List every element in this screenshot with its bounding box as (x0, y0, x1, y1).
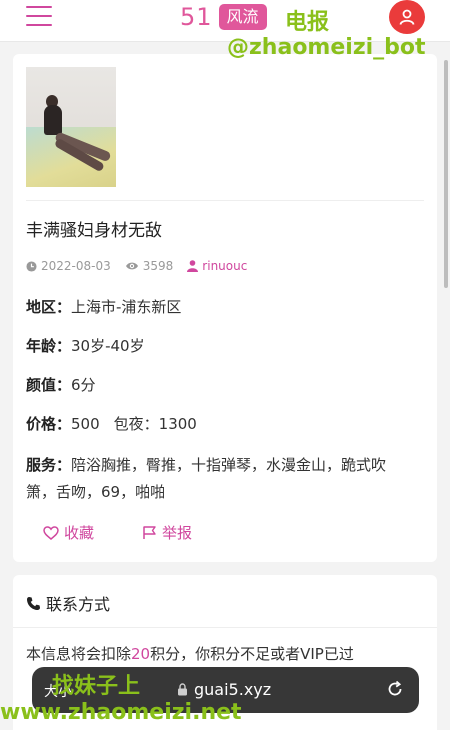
field-services: 服务：陪浴胸推，臀推，十指弹琴，水漫金山，跪式吹箫，舌吻，69，啪啪 (26, 452, 416, 506)
url-display[interactable]: guai5.xyz (177, 680, 271, 699)
field-age: 年龄：30岁-40岁 (26, 335, 145, 356)
user-icon (187, 260, 199, 272)
url-text: guai5.xyz (194, 680, 272, 699)
favorite-label: 收藏 (64, 524, 95, 542)
post-date-text: 2022-08-03 (41, 259, 111, 273)
region-label: 地区： (26, 298, 72, 316)
overnight-label: 包夜： (113, 415, 159, 433)
post-date: 2022-08-03 (26, 259, 111, 273)
page: 51 风流 丰满骚妇身材无敌 2022-08-03 3598 rinuouc 地… (0, 0, 450, 730)
divider (26, 200, 424, 201)
looks-value: 6分 (71, 376, 96, 394)
contact-header: 联系方式 (26, 591, 110, 615)
region-value: 上海市-浦东新区 (71, 298, 182, 316)
age-value: 30岁-40岁 (71, 337, 145, 355)
eye-icon (125, 262, 138, 270)
post-author[interactable]: rinuouc (187, 259, 247, 273)
scrollbar[interactable] (444, 60, 448, 288)
clock-icon (26, 260, 37, 272)
watermark-text: www.zhaomeizi.net (0, 700, 242, 725)
watermark-text: @zhaomeizi_bot (227, 35, 426, 60)
post-views: 3598 (125, 259, 174, 273)
looks-label: 颜值： (26, 376, 72, 394)
field-looks: 颜值：6分 (26, 374, 96, 395)
divider (13, 627, 437, 628)
contact-title: 联系方式 (46, 595, 111, 614)
post-actions: 收藏 举报 (43, 522, 240, 543)
user-icon (399, 9, 415, 25)
lock-icon (178, 683, 187, 696)
site-logo[interactable]: 51 风流 (180, 3, 267, 31)
field-price: 价格：500 包夜：1300 (26, 413, 197, 434)
heart-icon (43, 525, 59, 540)
post-author-name: rinuouc (202, 259, 248, 273)
contact-notice: 本信息将会扣除20积分，你积分不足或者VIP已过 (26, 643, 446, 664)
logo-number: 51 (180, 3, 213, 31)
notice-text-end: 积分，你积分不足或者VIP已过 (150, 645, 354, 663)
report-label: 举报 (162, 524, 193, 542)
price-label: 价格： (26, 415, 72, 433)
notice-text-start: 本信息将会扣除 (26, 645, 132, 663)
price-value: 500 (71, 415, 100, 433)
hamburger-menu-icon[interactable] (26, 6, 52, 28)
watermark-text: 找妹子上 (52, 674, 141, 699)
watermark-text: 电报 (285, 10, 330, 35)
post-title: 丰满骚妇身材无敌 (26, 221, 162, 241)
phone-icon (27, 596, 40, 610)
post-meta: 2022-08-03 3598 rinuouc (26, 259, 261, 273)
post-photo[interactable] (26, 67, 116, 187)
post-card: 丰满骚妇身材无敌 2022-08-03 3598 rinuouc 地区：上海市-… (13, 54, 437, 562)
flag-icon (143, 526, 156, 539)
reload-icon (388, 680, 402, 696)
field-region: 地区：上海市-浦东新区 (26, 296, 181, 317)
points-value: 20 (131, 645, 151, 663)
report-button[interactable]: 举报 (142, 522, 192, 543)
overnight-value: 1300 (158, 415, 197, 433)
reload-button[interactable] (385, 679, 405, 703)
user-avatar-icon[interactable] (389, 0, 425, 34)
services-value: 陪浴胸推，臀推，十指弹琴，水漫金山，跪式吹箫，舌吻，69，啪啪 (26, 456, 387, 501)
post-views-count: 3598 (142, 259, 174, 273)
logo-badge: 风流 (218, 4, 267, 30)
favorite-button[interactable]: 收藏 (43, 522, 94, 543)
services-label: 服务： (26, 456, 72, 474)
age-label: 年龄： (26, 337, 72, 355)
